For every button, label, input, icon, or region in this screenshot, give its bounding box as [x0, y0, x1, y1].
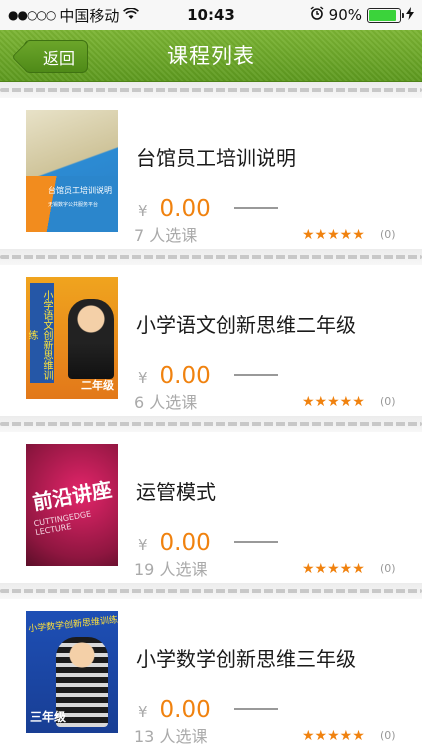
battery-icon — [367, 7, 404, 23]
list-divider — [0, 583, 422, 599]
thumbnail-subcaption: 三年级 — [30, 710, 67, 724]
original-price-strike — [234, 708, 278, 710]
course-title: 台馆员工培训说明 — [136, 146, 296, 170]
rating-count: (0) — [380, 395, 396, 408]
list-divider — [0, 82, 422, 98]
rating-count: (0) — [380, 729, 396, 742]
course-price: 0.00 — [159, 196, 211, 222]
thumbnail-caption: 台馆员工培训说明 — [48, 186, 112, 195]
rating-stars-icon: ★★★★★ — [302, 227, 365, 243]
course-item[interactable]: 小学语文创新思维训练 二年级 小学语文创新思维二年级 ¥ 0.00 6 人选课 … — [0, 265, 422, 416]
status-bar: ●●○○○ 中国移动 10:43 90% — [0, 0, 422, 30]
rating-count: (0) — [380, 228, 396, 241]
course-title: 小学语文创新思维二年级 — [136, 313, 356, 337]
status-left: ●●○○○ 中国移动 — [8, 5, 140, 26]
currency-symbol: ¥ — [138, 703, 148, 721]
rating-stars-icon: ★★★★★ — [302, 561, 365, 577]
course-thumbnail: 前沿讲座 CUTTINGEDGE LECTURE — [26, 444, 118, 566]
child-graduate-illustration — [68, 299, 114, 379]
course-list: 台馆员工培训说明 无锡数字公共服务平台 台馆员工培训说明 ¥ 0.00 7 人选… — [0, 82, 422, 750]
course-thumbnail: 小学语文创新思维训练 二年级 — [26, 277, 118, 399]
rating-count: (0) — [380, 562, 396, 575]
back-button-label: 返回 — [42, 48, 75, 68]
course-title: 小学数学创新思维三年级 — [136, 647, 356, 671]
status-right: 90% — [310, 6, 414, 24]
enroll-count: 7 人选课 — [134, 226, 198, 245]
original-price-strike — [234, 374, 278, 376]
course-item[interactable]: 台馆员工培训说明 无锡数字公共服务平台 台馆员工培训说明 ¥ 0.00 7 人选… — [0, 98, 422, 249]
thumbnail-subcaption: 无锡数字公共服务平台 — [48, 202, 99, 208]
course-price: 0.00 — [159, 697, 211, 723]
currency-symbol: ¥ — [138, 369, 148, 387]
price-row: ¥ 0.00 — [138, 196, 278, 222]
nav-bar: 课程列表 返回 — [0, 30, 422, 82]
price-row: ¥ 0.00 — [138, 530, 278, 556]
price-row: ¥ 0.00 — [138, 363, 278, 389]
enroll-count: 6 人选课 — [134, 393, 198, 412]
list-divider — [0, 249, 422, 265]
enroll-count: 19 人选课 — [134, 560, 208, 579]
currency-symbol: ¥ — [138, 202, 148, 220]
course-thumbnail: 台馆员工培训说明 无锡数字公共服务平台 — [26, 110, 118, 232]
rating-stars-icon: ★★★★★ — [302, 394, 365, 410]
currency-symbol: ¥ — [138, 536, 148, 554]
course-item[interactable]: 小学数学创新思维训练 三年级 小学数学创新思维三年级 ¥ 0.00 13 人选课… — [0, 599, 422, 750]
course-title: 运管模式 — [136, 480, 216, 504]
thumbnail-caption: 小学数学创新思维训练 — [27, 615, 118, 635]
thumbnail-subcaption: 二年级 — [81, 379, 114, 392]
wifi-icon — [123, 6, 140, 24]
course-price: 0.00 — [159, 530, 211, 556]
charging-bolt-icon — [406, 6, 414, 24]
battery-percent: 90% — [328, 6, 362, 24]
course-thumbnail: 小学数学创新思维训练 三年级 — [26, 611, 118, 733]
alarm-clock-icon — [310, 6, 324, 24]
price-row: ¥ 0.00 — [138, 697, 278, 723]
back-button[interactable]: 返回 — [24, 40, 88, 73]
course-price: 0.00 — [159, 363, 211, 389]
rating-stars-icon: ★★★★★ — [302, 728, 365, 744]
original-price-strike — [234, 541, 278, 543]
thumbnail-caption: 小学语文创新思维训练 — [26, 283, 54, 383]
course-item[interactable]: 前沿讲座 CUTTINGEDGE LECTURE 运管模式 ¥ 0.00 19 … — [0, 432, 422, 583]
enroll-count: 13 人选课 — [134, 727, 208, 746]
carrier-name: 中国移动 — [59, 6, 120, 25]
original-price-strike — [234, 207, 278, 209]
signal-strength-icon: ●●○○○ — [8, 8, 56, 22]
list-divider — [0, 416, 422, 432]
